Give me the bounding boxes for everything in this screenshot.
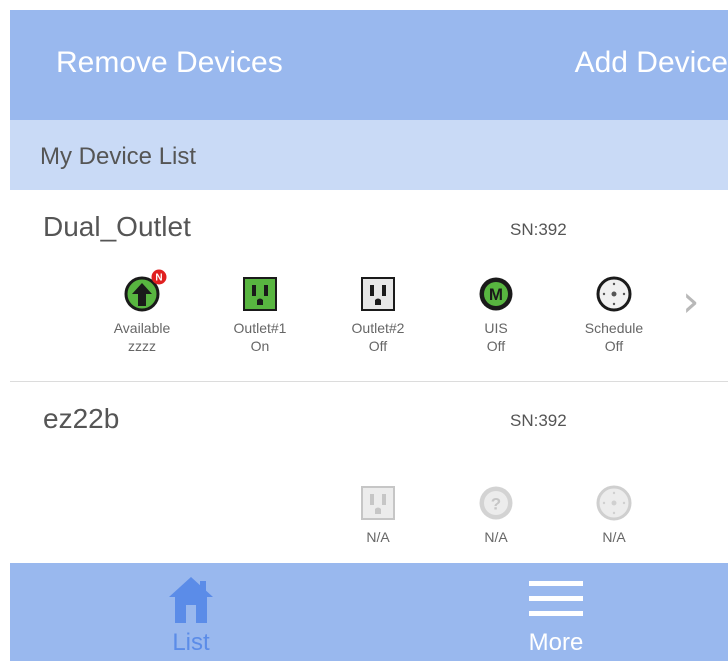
item-label: UIS Off [441, 319, 551, 355]
app-screen: Remove Devices Add Device My Device List… [10, 10, 728, 661]
item-label: Available zzzz [87, 319, 197, 355]
item-title: UIS [484, 320, 508, 336]
item-label: N/A [484, 529, 508, 545]
item-title: Schedule [584, 320, 644, 336]
device-name: ez22b [43, 403, 120, 434]
add-device-button[interactable]: Add Device [575, 46, 728, 80]
item-label: Outlet#2 Off [323, 319, 433, 355]
device-name: Dual_Outlet [43, 211, 191, 242]
outlet-on-icon[interactable] [242, 276, 278, 312]
tab-list[interactable]: List [91, 563, 291, 661]
tab-more[interactable]: More [456, 563, 656, 661]
tab-label: More [528, 629, 584, 656]
uis-letter: M [489, 285, 503, 304]
outlet2-item[interactable]: Outlet#2 Off [323, 276, 433, 355]
remove-devices-button[interactable]: Remove Devices [56, 46, 283, 80]
device-card[interactable]: Dual_Outlet SN:392 N Available zzzz Outl… [10, 190, 728, 382]
bottom-tab-bar: List More [10, 563, 728, 661]
outlet-disabled-icon [360, 485, 396, 521]
item-status: Off [486, 338, 506, 354]
item-status: zzzz [128, 338, 156, 354]
schedule-item[interactable]: Schedule Off [559, 276, 669, 355]
device-list-header: My Device List [10, 120, 728, 190]
device-serial: SN:392 [510, 220, 567, 239]
item-title: Outlet#1 [233, 320, 287, 336]
item-status: Off [368, 338, 388, 354]
question-icon: ? [478, 485, 514, 521]
outlet-item: N/A [323, 485, 433, 546]
tab-label: List [172, 629, 210, 656]
menu-icon [529, 581, 583, 616]
firmware-item[interactable]: N Available zzzz [87, 269, 197, 355]
item-title: Available [113, 320, 171, 336]
firmware-update-icon[interactable]: N [124, 269, 167, 312]
unknown-item: ? N/A [441, 485, 551, 546]
item-label: N/A [602, 529, 626, 545]
uis-icon[interactable]: M [478, 276, 514, 312]
uis-item[interactable]: M UIS Off [441, 276, 551, 355]
item-status: Off [604, 338, 624, 354]
section-title: My Device List [40, 143, 197, 170]
schedule-clock-icon[interactable] [596, 276, 632, 312]
device-serial: SN:392 [510, 411, 567, 430]
home-icon [169, 577, 213, 623]
top-bar: Remove Devices Add Device [10, 10, 728, 120]
item-label: Schedule Off [559, 319, 669, 355]
item-title: Outlet#2 [351, 320, 405, 336]
item-label: N/A [366, 529, 390, 545]
svg-text:?: ? [491, 495, 501, 514]
item-status: On [250, 338, 270, 354]
device-card[interactable]: ez22b SN:392 N/A ? N/A N/A [10, 383, 728, 563]
outlet1-item[interactable]: Outlet#1 On [205, 276, 315, 355]
item-label: Outlet#1 On [205, 319, 315, 355]
badge-text: N [155, 273, 162, 284]
schedule-item: N/A [559, 485, 669, 546]
outlet-off-icon[interactable] [360, 276, 396, 312]
schedule-disabled-icon [596, 485, 632, 521]
chevron-right-icon[interactable]: › [682, 276, 700, 327]
